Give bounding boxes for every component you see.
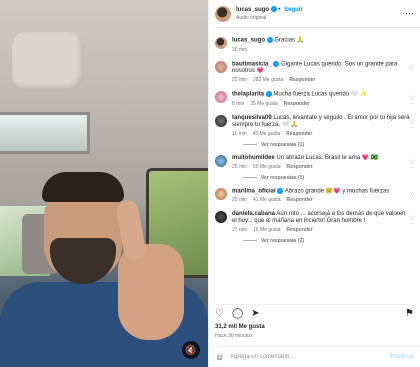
comment-time: 8 min [232, 100, 245, 107]
list-item: tanquesilva09 Lucas, levantate y seguilo… [215, 114, 414, 138]
verified-icon: ✓ [273, 60, 280, 67]
comment-time: 25 min [232, 77, 248, 84]
follow-button[interactable]: Seguir [284, 7, 303, 13]
comment-text: Mucha fuerza Lucas querido 🤍 ✨ [273, 91, 368, 98]
avatar[interactable] [215, 211, 227, 224]
heart-icon[interactable]: ♡ [409, 159, 414, 166]
comment-text: Abrazo grande 😢💗 y muchas fuerzas [284, 188, 390, 195]
reply-button[interactable]: Responder [286, 131, 312, 137]
reply-button[interactable]: Responder [287, 227, 313, 233]
comment-bar: ☺ Publicar [209, 346, 420, 367]
list-item: bautimasicia_ ✓ Gigante Lucas querido. S… [215, 60, 414, 85]
comment-icon[interactable]: ◯ [232, 308, 243, 319]
comment-username[interactable]: tanquesilva09 [232, 115, 272, 121]
comment-username[interactable]: marilina_oficial [232, 188, 276, 194]
comment-username[interactable]: thelaplarita [232, 92, 264, 98]
comment-username[interactable]: muitohumildee [232, 155, 275, 161]
comment-likes[interactable]: 41 Me gusta [253, 197, 281, 203]
car-sunroof [0, 112, 90, 154]
list-item: marilina_oficial ✓ Abrazo grande 😢💗 y mu… [215, 187, 414, 205]
comment-text: Un abrazo Lucas. Brasil te ama 💗 🇧🇷 [276, 154, 379, 161]
comment-time: 25 min [232, 197, 248, 204]
avatar[interactable] [215, 91, 227, 104]
separator-dot: • [278, 6, 281, 13]
verified-icon: ✓ [266, 37, 273, 43]
list-item: daniela.cabana Aún roto ... acorsejá a l… [215, 211, 414, 234]
post-video[interactable]: 🔇 [0, 0, 208, 367]
verified-icon: ✓ [270, 5, 277, 12]
comment-likes[interactable]: 282 Me gusta [253, 77, 283, 83]
comment-username[interactable]: bautimasicia_ [232, 61, 272, 67]
avatar[interactable] [215, 154, 227, 167]
list-item: lucas_sugo ✓ Gracias 🙏 30 min [215, 37, 414, 54]
bookmark-icon[interactable]: ⚑ [405, 308, 414, 319]
publish-button[interactable]: Publicar [390, 354, 414, 360]
heart-icon[interactable]: ♡ [409, 215, 414, 222]
comment-time: 11 min [232, 130, 247, 137]
comment-time: 27 min [232, 227, 248, 234]
heart-icon[interactable]: ♡ [409, 95, 414, 102]
reply-button[interactable]: Responder [284, 101, 310, 107]
post-author: lucas_sugo ✓ • Seguir Audio original [236, 5, 303, 22]
comment-time: 25 min [232, 163, 248, 170]
list-item: thelaplarita ✓ Mucha fuerza Lucas querid… [215, 91, 414, 108]
comment-likes[interactable]: 43 Me gusta [253, 131, 281, 137]
post-header: lucas_sugo ✓ • Seguir Audio original ⋯ [209, 0, 420, 28]
heart-icon[interactable]: ♡ [409, 192, 414, 199]
person-hair [42, 172, 124, 202]
comment-time: 30 min [232, 46, 248, 53]
heart-icon[interactable]: ♡ [409, 65, 414, 72]
avatar[interactable] [215, 114, 227, 127]
heart-icon[interactable]: ♡ [409, 119, 414, 126]
more-icon[interactable]: ⋯ [405, 8, 414, 19]
reply-button[interactable]: Responder [287, 197, 313, 203]
mute-icon[interactable]: 🔇 [182, 341, 200, 359]
post-actions: ♡ ◯ ➤ ⚑ [215, 304, 414, 319]
comment-likes[interactable]: 16 Me gusta [253, 227, 281, 233]
view-replies-button[interactable]: Ver respuestas (1) [243, 142, 414, 148]
comment-text: Gracias 🙏 [274, 37, 305, 44]
likes-count[interactable]: 31,2 mil Me gusta [215, 324, 265, 330]
comment-likes[interactable]: 35 Me gusta [250, 101, 278, 107]
person-beard [50, 238, 116, 284]
heart-icon[interactable]: ♡ [215, 308, 224, 319]
list-item: muitohumildee Un abrazo Lucas. Brasil te… [215, 154, 414, 171]
comment-username[interactable]: daniela.cabana [232, 211, 275, 217]
comment-likes[interactable]: 50 Me gusta [253, 164, 281, 170]
avatar[interactable] [215, 37, 227, 49]
view-replies-button[interactable]: Ver respuestas (2) [243, 238, 414, 244]
reply-button[interactable]: Responder [289, 77, 315, 83]
comment-username[interactable]: lucas_sugo [232, 38, 265, 44]
avatar[interactable] [215, 60, 227, 73]
verified-icon: ✓ [277, 187, 284, 194]
author-username[interactable]: lucas_sugo [236, 7, 269, 13]
share-icon[interactable]: ➤ [251, 308, 259, 319]
comment-input[interactable] [230, 354, 391, 360]
post-sidebar: lucas_sugo ✓ • Seguir Audio original ⋯ l… [208, 0, 420, 367]
avatar[interactable] [215, 5, 231, 22]
audio-label[interactable]: Audio original [236, 14, 303, 22]
car-sun-visor [12, 32, 84, 90]
avatar[interactable] [215, 187, 227, 200]
reply-button[interactable]: Responder [287, 164, 313, 170]
view-replies-button[interactable]: Ver respuestas (1) [243, 175, 414, 181]
emoji-icon[interactable]: ☺ [215, 352, 224, 362]
post-time: Hace 30 minutos [215, 333, 253, 339]
comments-list[interactable]: lucas_sugo ✓ Gracias 🙏 30 min bautimasic… [209, 30, 420, 298]
verified-icon: ✓ [265, 91, 272, 98]
